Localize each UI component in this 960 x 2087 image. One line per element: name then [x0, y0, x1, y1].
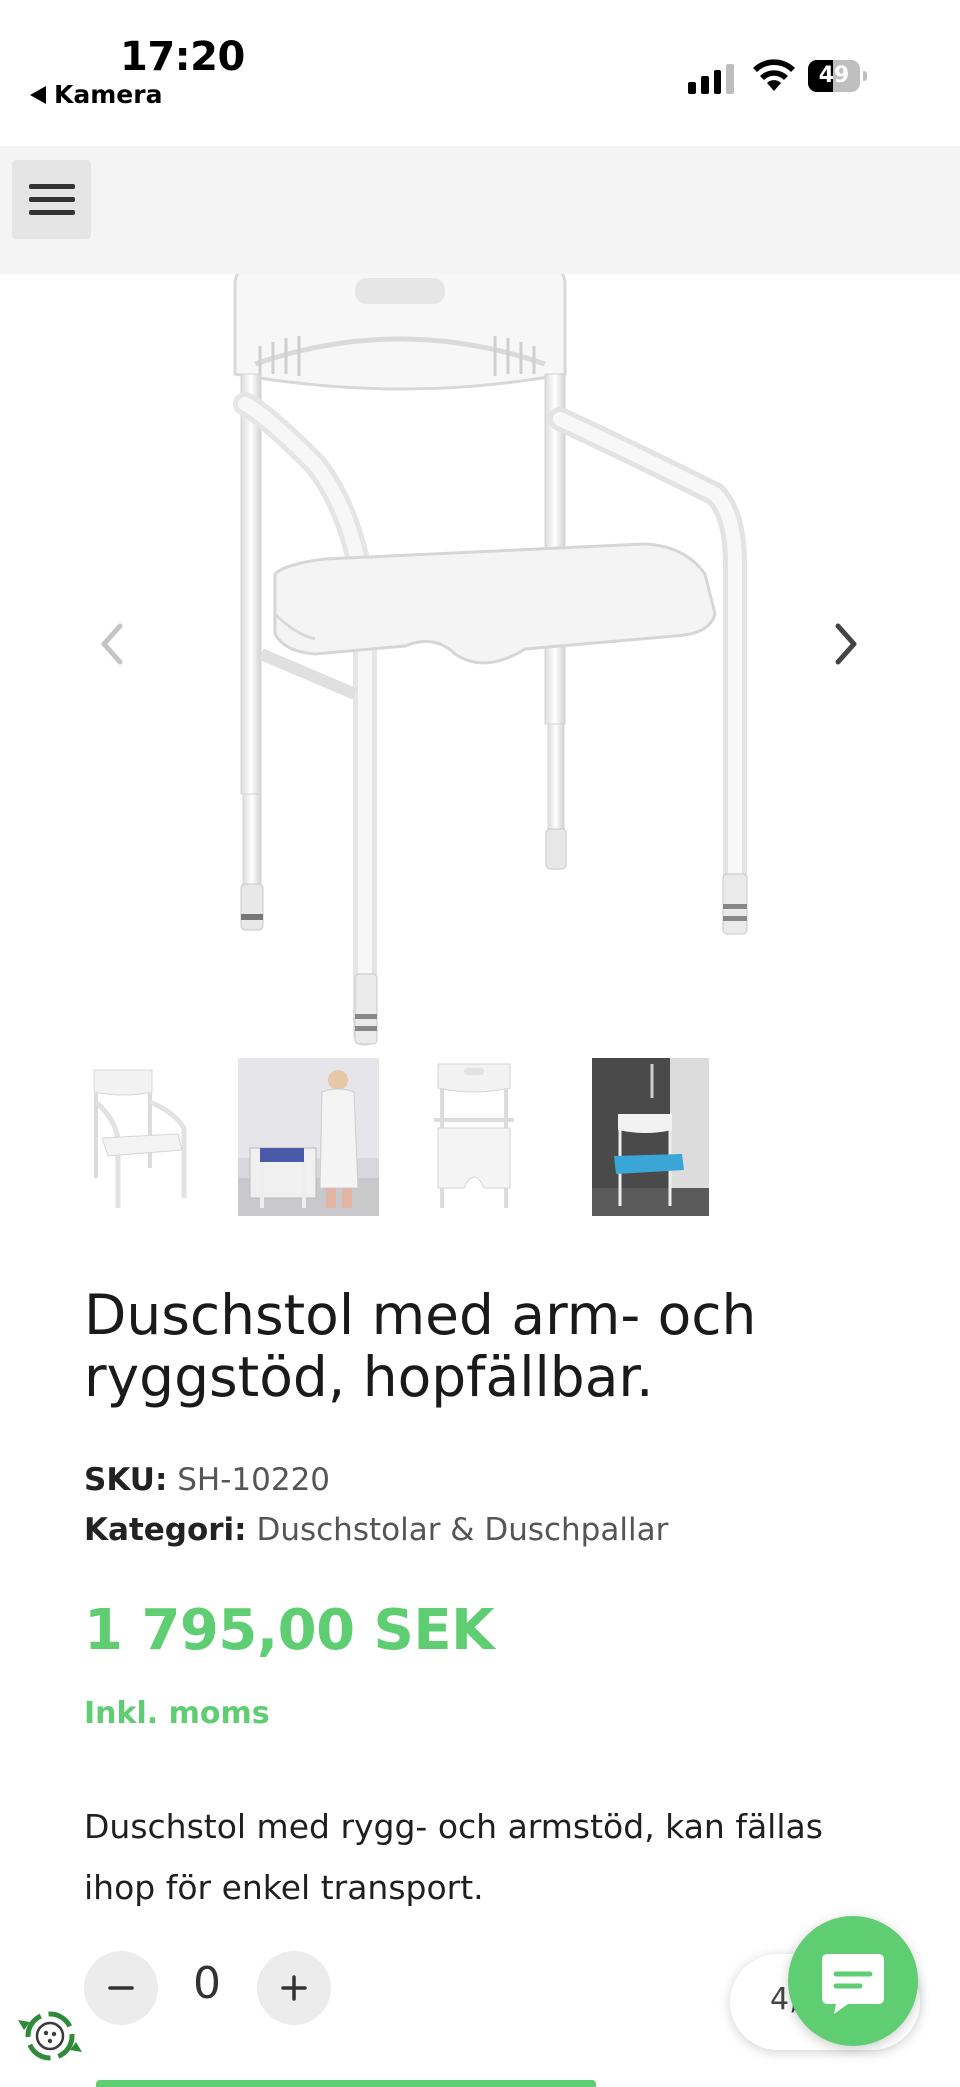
vat-note: Inkl. moms: [84, 1696, 270, 1731]
battery-level: 49: [818, 63, 850, 88]
quantity-decrease-button[interactable]: [84, 1951, 158, 2025]
battery-icon: 49: [808, 60, 868, 92]
site-header: [0, 146, 960, 274]
sku-label: SKU:: [84, 1462, 168, 1498]
quantity-input[interactable]: 0: [170, 1958, 244, 2009]
product-gallery[interactable]: [0, 274, 960, 1046]
category-label: Kategori:: [84, 1512, 247, 1548]
thumb-chair-folded[interactable]: [424, 1058, 524, 1216]
back-arrow-icon: [30, 85, 46, 104]
plus-icon: [281, 1975, 307, 2001]
hamburger-menu-button[interactable]: [12, 160, 91, 239]
hamburger-menu-icon: [28, 184, 75, 189]
category-link[interactable]: Duschstolar & Duschpallar: [256, 1512, 668, 1548]
minus-icon: [108, 1986, 134, 1990]
back-to-camera-button[interactable]: Kamera: [30, 80, 162, 109]
thumbnail-strip: [0, 1058, 960, 1216]
quantity-increase-button[interactable]: [257, 1951, 331, 2025]
thumb-chair-front[interactable]: [84, 1058, 194, 1216]
wifi-icon: [753, 59, 795, 91]
product-image-shower-chair: [233, 274, 748, 1046]
thumb-chair-in-use[interactable]: [238, 1058, 379, 1216]
cellular-signal-icon: [688, 62, 734, 94]
back-label: Kamera: [54, 80, 163, 109]
chat-bubble-icon: [822, 1954, 884, 2014]
product-description: Duschstol med rygg- och armstöd, kan fäl…: [84, 1807, 823, 1907]
product-price: 1 795,00 SEK: [84, 1598, 495, 1663]
product-title: Duschstol med arm- och ryggstöd, hopfäll…: [84, 1283, 757, 1409]
sku-line: SKU: SH-10220: [84, 1462, 330, 1498]
recycle-badge-icon[interactable]: [14, 2000, 86, 2072]
clock: 17:20: [120, 34, 245, 80]
sku-value: SH-10220: [177, 1462, 331, 1498]
chevron-left-icon: [101, 623, 123, 665]
gallery-next-button[interactable]: [826, 614, 866, 674]
add-to-cart-button[interactable]: [96, 2080, 596, 2087]
gallery-prev-button[interactable]: [92, 614, 132, 674]
category-line: Kategori: Duschstolar & Duschpallar: [84, 1512, 668, 1548]
status-bar: 17:20 Kamera 49: [0, 0, 960, 146]
chat-button[interactable]: [788, 1916, 918, 2046]
thumb-chair-in-shower[interactable]: [592, 1058, 709, 1216]
chevron-right-icon: [835, 623, 857, 665]
